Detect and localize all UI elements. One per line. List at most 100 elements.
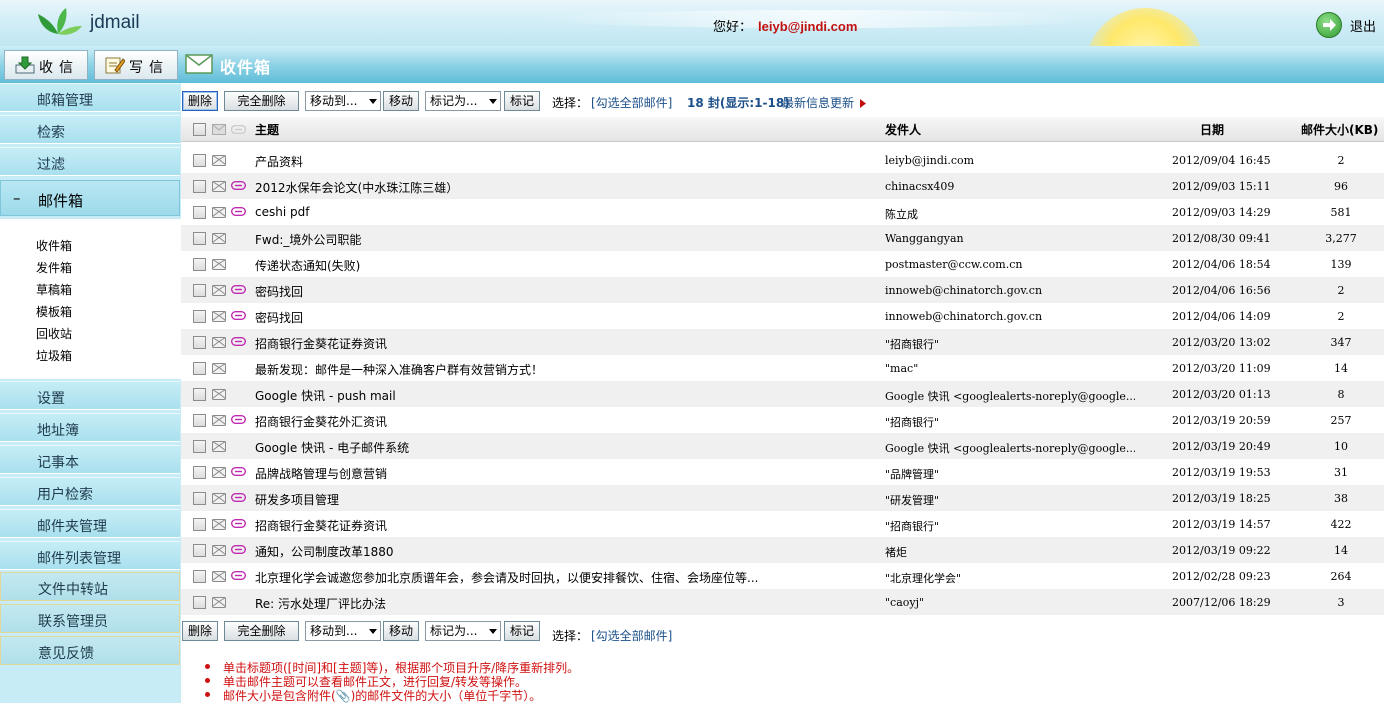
- chevron-down-icon: [489, 629, 497, 634]
- sidebar-item-mailing-list[interactable]: 邮件列表管理: [0, 541, 180, 570]
- size-column-header[interactable]: 邮件大小(KB): [1301, 121, 1378, 138]
- row-checkbox[interactable]: [193, 570, 206, 583]
- table-row[interactable]: 研发多项目管理 "研发管理" 2012/03/19 18:25 38: [181, 485, 1384, 511]
- sidebar-item-folder-management[interactable]: 邮件夹管理: [0, 509, 180, 538]
- move-to-select[interactable]: 移动到...: [305, 621, 381, 641]
- table-row[interactable]: Re: 污水处理厂评比办法 "caoyj" 2007/12/06 18:29 3: [181, 589, 1384, 615]
- sidebar-item-user-search[interactable]: 用户检索: [0, 477, 180, 506]
- row-checkbox[interactable]: [193, 232, 206, 245]
- folder-recycle[interactable]: 回收站: [36, 325, 72, 342]
- table-row[interactable]: ceshi pdf 陈立成 2012/09/03 14:29 581: [181, 199, 1384, 225]
- table-row[interactable]: 通知，公司制度改革1880 褚炬 2012/03/19 09:22 14: [181, 537, 1384, 563]
- folder-drafts[interactable]: 草稿箱: [36, 281, 72, 298]
- sidebar-item-label: 用户检索: [37, 487, 93, 503]
- mail-subject[interactable]: 传递状态通知(失败): [255, 257, 815, 274]
- row-checkbox[interactable]: [193, 284, 206, 297]
- mail-size: 2: [1337, 310, 1345, 323]
- mail-subject[interactable]: Google 快讯 - 电子邮件系统: [255, 439, 815, 456]
- table-row[interactable]: 密码找回 innoweb@chinatorch.gov.cn 2012/04/06 …: [181, 303, 1384, 329]
- mail-subject[interactable]: 密码找回: [255, 283, 815, 300]
- receive-mail-button[interactable]: 收信: [4, 50, 88, 80]
- row-checkbox[interactable]: [193, 466, 206, 479]
- mail-subject[interactable]: 品牌战略管理与创意营销: [255, 465, 815, 482]
- table-row[interactable]: 最新发现：邮件是一种深入准确客户群有效营销方式！ "mac" 2012/03/20 …: [181, 355, 1384, 381]
- mail-date: 2012/08/30 09:41: [1172, 232, 1271, 245]
- mail-subject[interactable]: 2012水保年会论文(中水珠江陈三雄）: [255, 179, 815, 196]
- row-checkbox[interactable]: [193, 518, 206, 531]
- table-row[interactable]: Fwd:_境外公司职能 Wanggangyan 2012/08/30 09:41 3,…: [181, 225, 1384, 251]
- mail-subject[interactable]: ceshi pdf: [255, 205, 815, 219]
- delete-button[interactable]: 删除: [182, 621, 218, 641]
- row-checkbox[interactable]: [193, 492, 206, 505]
- sidebar-item-address-book[interactable]: 地址簿: [0, 413, 180, 442]
- mail-subject[interactable]: 北京理化学会诚邀您参加北京质谱年会，参会请及时回执，以便安排餐饮、住宿、会场座位…: [255, 569, 815, 586]
- table-row[interactable]: 北京理化学会诚邀您参加北京质谱年会，参会请及时回执，以便安排餐饮、住宿、会场座位…: [181, 563, 1384, 589]
- row-checkbox[interactable]: [193, 596, 206, 609]
- sidebar-item-notepad[interactable]: 记事本: [0, 445, 180, 474]
- sidebar-item-feedback[interactable]: 意见反馈: [0, 636, 180, 665]
- compose-button[interactable]: 写信: [94, 50, 178, 80]
- sender-column-header[interactable]: 发件人: [885, 121, 921, 138]
- date-column-header[interactable]: 日期: [1200, 121, 1224, 138]
- row-checkbox[interactable]: [193, 544, 206, 557]
- mail-subject[interactable]: 招商银行金葵花证券资讯: [255, 517, 815, 534]
- row-checkbox[interactable]: [193, 388, 206, 401]
- mark-button[interactable]: 标记: [504, 621, 540, 641]
- table-row[interactable]: Google 快讯 - 电子邮件系统 Google 快讯 <googlealert…: [181, 433, 1384, 459]
- folder-outbox[interactable]: 发件箱: [36, 259, 72, 276]
- table-row[interactable]: 招商银行金葵花证券资讯 "招商银行" 2012/03/19 14:57 422: [181, 511, 1384, 537]
- delete-permanently-button[interactable]: 完全删除: [224, 621, 299, 641]
- subject-column-header[interactable]: 主题: [255, 121, 279, 138]
- delete-permanently-button[interactable]: 完全删除: [224, 91, 299, 111]
- table-row[interactable]: 2012水保年会论文(中水珠江陈三雄） chinacsx409 2012/09/03…: [181, 173, 1384, 199]
- row-checkbox[interactable]: [193, 258, 206, 271]
- row-checkbox[interactable]: [193, 336, 206, 349]
- row-checkbox[interactable]: [193, 362, 206, 375]
- mail-subject[interactable]: 招商银行金葵花证券资讯: [255, 335, 815, 352]
- mail-subject[interactable]: Fwd:_境外公司职能: [255, 231, 815, 248]
- mail-subject[interactable]: 产品资料: [255, 153, 815, 170]
- mail-subject[interactable]: 密码找回: [255, 309, 815, 326]
- row-checkbox[interactable]: [193, 180, 206, 193]
- sidebar-item-contact-admin[interactable]: 联系管理员: [0, 604, 180, 633]
- select-all-link[interactable]: [勾选全部邮件]: [591, 627, 672, 644]
- mark-button[interactable]: 标记: [504, 91, 540, 111]
- mark-as-select[interactable]: 标记为...: [425, 91, 501, 111]
- latest-updates-link[interactable]: 最新信息更新: [782, 94, 854, 111]
- sidebar-item-settings[interactable]: 设置: [0, 381, 180, 410]
- table-row[interactable]: 密码找回 innoweb@chinatorch.gov.cn 2012/04/06 …: [181, 277, 1384, 303]
- mail-subject[interactable]: 通知，公司制度改革1880: [255, 543, 815, 560]
- table-row[interactable]: 招商银行金葵花外汇资讯 "招商银行" 2012/03/19 20:59 257: [181, 407, 1384, 433]
- row-checkbox[interactable]: [193, 440, 206, 453]
- row-checkbox[interactable]: [193, 154, 206, 167]
- row-checkbox[interactable]: [193, 414, 206, 427]
- table-row[interactable]: 传递状态通知(失败) postmaster@ccw.com.cn 2012/04/0…: [181, 251, 1384, 277]
- mark-as-select[interactable]: 标记为...: [425, 621, 501, 641]
- sidebar-item-filter[interactable]: 过滤: [0, 147, 180, 176]
- sidebar-item-mailboxes[interactable]: – 邮件箱: [0, 180, 180, 216]
- sidebar-item-file-transfer[interactable]: 文件中转站: [0, 572, 180, 601]
- row-checkbox[interactable]: [193, 310, 206, 323]
- mail-subject[interactable]: 招商银行金葵花外汇资讯: [255, 413, 815, 430]
- row-checkbox[interactable]: [193, 206, 206, 219]
- mail-date: 2012/09/03 14:29: [1172, 206, 1271, 219]
- mail-subject[interactable]: 研发多项目管理: [255, 491, 815, 508]
- move-button[interactable]: 移动: [383, 91, 419, 111]
- sidebar-item-search[interactable]: 检索: [0, 115, 180, 144]
- table-row[interactable]: 招商银行金葵花证券资讯 "招商银行" 2012/03/20 13:02 347: [181, 329, 1384, 355]
- mail-subject[interactable]: 最新发现：邮件是一种深入准确客户群有效营销方式！: [255, 361, 815, 378]
- move-to-select[interactable]: 移动到...: [305, 91, 381, 111]
- folder-inbox[interactable]: 收件箱: [36, 237, 72, 254]
- sidebar-item-mailbox-management[interactable]: 邮箱管理: [0, 83, 180, 112]
- folder-templates[interactable]: 模板箱: [36, 303, 72, 320]
- table-row[interactable]: 产品资料 leiyb@jindi.com 2012/09/04 16:45 2: [181, 147, 1384, 173]
- mail-subject[interactable]: Re: 污水处理厂评比办法: [255, 595, 815, 612]
- table-row[interactable]: 品牌战略管理与创意营销 "品牌管理" 2012/03/19 19:53 31: [181, 459, 1384, 485]
- select-all-checkbox[interactable]: [193, 123, 206, 136]
- select-all-link[interactable]: [勾选全部邮件]: [591, 94, 672, 111]
- move-button[interactable]: 移动: [383, 621, 419, 641]
- folder-spam[interactable]: 垃圾箱: [36, 347, 72, 364]
- table-row[interactable]: Google 快讯 - push mail Google 快讯 <googleal…: [181, 381, 1384, 407]
- mail-subject[interactable]: Google 快讯 - push mail: [255, 387, 815, 404]
- delete-button[interactable]: 删除: [182, 91, 218, 111]
